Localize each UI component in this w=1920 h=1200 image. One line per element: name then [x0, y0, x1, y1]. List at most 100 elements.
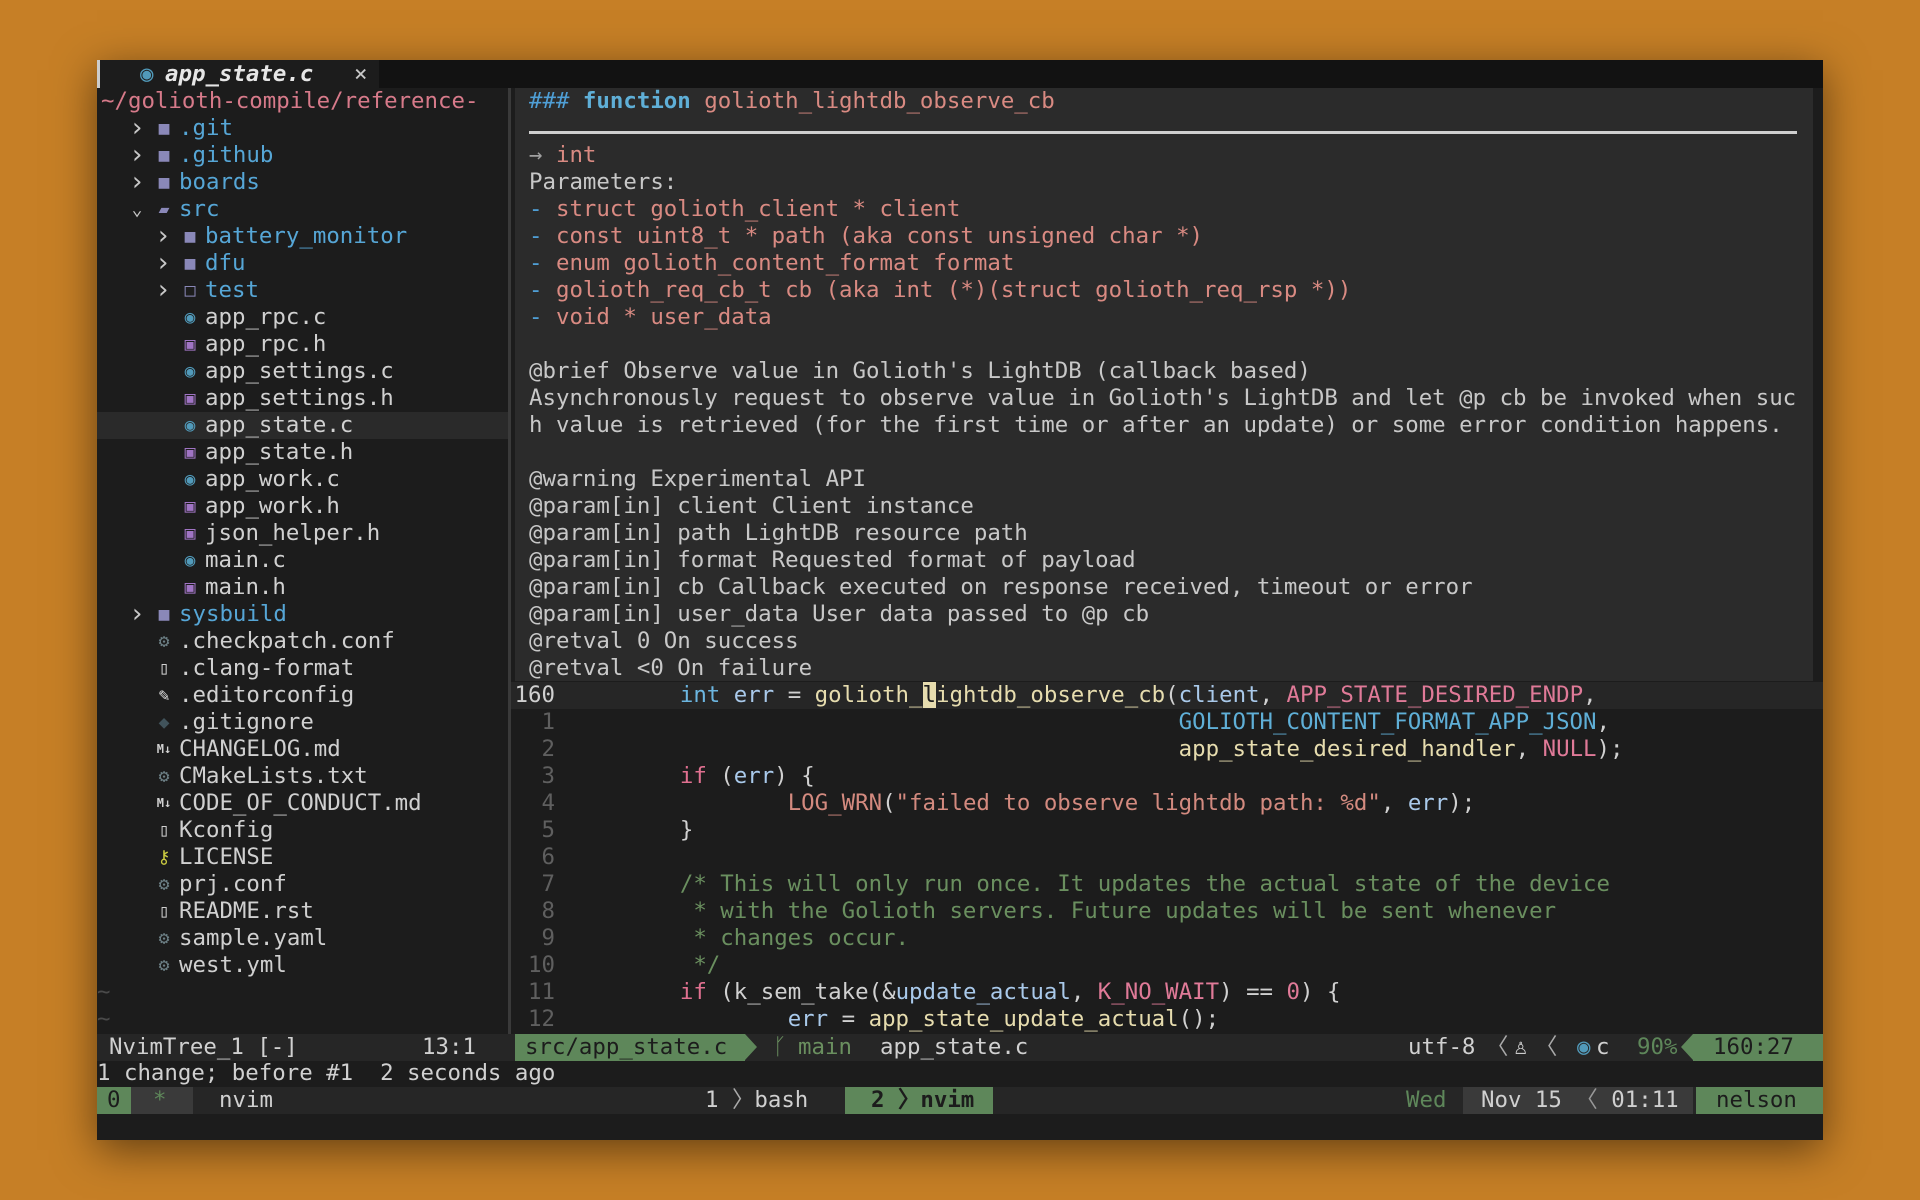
- tree-item-cmakelists-txt[interactable]: ⚙ CMakeLists.txt: [97, 763, 508, 790]
- code-token: client: [1178, 682, 1260, 708]
- gear-icon: ⚙: [158, 631, 170, 652]
- line-number: 6: [541, 844, 555, 870]
- code-line[interactable]: 2 app_state_desired_handler, NULL);: [511, 736, 1823, 763]
- line-number: 9: [541, 925, 555, 951]
- file-icon: ▯: [158, 658, 170, 679]
- code-token: (: [706, 979, 734, 1005]
- chevron-right-icon[interactable]: ›: [127, 142, 147, 169]
- code-token: Asynchronously request to observe value …: [529, 385, 1797, 411]
- code-line[interactable]: 12 err = app_state_update_actual();: [511, 1006, 1823, 1033]
- code-token: -: [529, 304, 556, 330]
- tree-item-app-settings-c[interactable]: ◉ app_settings.c: [97, 358, 508, 385]
- tree-item-sysbuild[interactable]: › ■ sysbuild: [97, 601, 508, 628]
- code-line[interactable]: 9 * changes occur.: [511, 925, 1823, 952]
- doc-line: @retval 0 On success: [529, 628, 799, 655]
- folder-empty-icon: □: [184, 280, 196, 301]
- tree-item-changelog-md[interactable]: M↓ CHANGELOG.md: [97, 736, 508, 763]
- code-token: (: [706, 763, 734, 789]
- tree-item-editorconfig[interactable]: ✎ .editorconfig: [97, 682, 508, 709]
- code-text: int err = golioth_lightdb_observe_cb(cli…: [572, 682, 1597, 709]
- tree-item-boards[interactable]: › ■ boards: [97, 169, 508, 196]
- code-token: if: [679, 763, 707, 789]
- tree-item-github[interactable]: › ■ .github: [97, 142, 508, 169]
- chevron-right-icon[interactable]: ›: [127, 601, 147, 628]
- tree-item-checkpatch-conf[interactable]: ⚙ .checkpatch.conf: [97, 628, 508, 655]
- tree-item-label: sample.yaml: [179, 925, 328, 951]
- line-number: 3: [541, 763, 555, 789]
- tree-item-label: app_settings.h: [205, 385, 394, 411]
- license-icon: ⚷: [157, 847, 171, 868]
- code-line[interactable]: 11 if (k_sem_take(&update_actual, K_NO_W…: [511, 979, 1823, 1006]
- code-text: if (k_sem_take(&update_actual, K_NO_WAIT…: [572, 979, 1341, 1006]
- code-token: @warning Experimental API: [529, 466, 867, 492]
- code-line[interactable]: 3 if (err) {: [511, 763, 1823, 790]
- tab-app-state[interactable]: ◉ app_state.c ×: [97, 60, 379, 88]
- tmux-window-1[interactable]: 1 〉bash: [705, 1087, 808, 1114]
- c-file-icon: ◉: [184, 415, 196, 436]
- window-index: 1: [705, 1087, 719, 1113]
- tree-item-code-of-conduct-md[interactable]: M↓ CODE_OF_CONDUCT.md: [97, 790, 508, 817]
- code-line[interactable]: 5 }: [511, 817, 1823, 844]
- tree-item-app-state-c[interactable]: ◉ app_state.c: [97, 412, 508, 439]
- tree-item-prj-conf[interactable]: ⚙ prj.conf: [97, 871, 508, 898]
- tree-item-label: sysbuild: [179, 601, 287, 627]
- code-line[interactable]: 1 GOLIOTH_CONTENT_FORMAT_APP_JSON,: [511, 709, 1823, 736]
- tree-item-clang-format[interactable]: ▯ .clang-format: [97, 655, 508, 682]
- tab-close-icon[interactable]: ×: [354, 60, 367, 88]
- tree-item-gitignore[interactable]: ◆ .gitignore: [97, 709, 508, 736]
- chevron-down-icon[interactable]: ⌄: [127, 196, 147, 223]
- doc-line: - enum golioth_content_format format: [529, 250, 1014, 277]
- code-token: ,: [1596, 709, 1610, 735]
- code-token: ) {: [774, 763, 815, 789]
- tree-item-app-work-h[interactable]: ▣ app_work.h: [97, 493, 508, 520]
- code-token: h value is retrieved (for the first time…: [529, 412, 1783, 438]
- tree-item-label: .git: [179, 115, 233, 141]
- tree-item-license[interactable]: ⚷ LICENSE: [97, 844, 508, 871]
- tree-item-test[interactable]: › □ test: [97, 277, 508, 304]
- tree-item-kconfig[interactable]: ▯ Kconfig: [97, 817, 508, 844]
- tmux-date: Nov 15: [1481, 1087, 1562, 1113]
- tree-item-west-yml[interactable]: ⚙ west.yml: [97, 952, 508, 979]
- tree-item-json-helper-h[interactable]: ▣ json_helper.h: [97, 520, 508, 547]
- code-token: LOG_WRN: [787, 790, 883, 816]
- h-file-icon: ▣: [184, 388, 196, 409]
- tree-item-sample-yaml[interactable]: ⚙ sample.yaml: [97, 925, 508, 952]
- code-text: * with the Golioth servers. Future updat…: [572, 898, 1556, 925]
- tmux-window-2-active[interactable]: 2 〉nvim: [845, 1087, 993, 1114]
- chevron-right-icon[interactable]: ›: [127, 169, 147, 196]
- tree-item-app-settings-h[interactable]: ▣ app_settings.h: [97, 385, 508, 412]
- file-path-segment: src/app_state.c: [515, 1034, 745, 1061]
- code-line[interactable]: 6: [511, 844, 1823, 871]
- line-number: 7: [541, 871, 555, 897]
- tree-item-app-rpc-c[interactable]: ◉ app_rpc.c: [97, 304, 508, 331]
- tree-item-app-work-c[interactable]: ◉ app_work.c: [97, 466, 508, 493]
- line-number: 160: [514, 682, 555, 708]
- code-token: (&: [868, 979, 896, 1005]
- code-token: NULL: [1542, 736, 1597, 762]
- chevron-right-icon[interactable]: ›: [153, 223, 173, 250]
- code-token: GOLIOTH_CONTENT_FORMAT_APP_JSON: [1178, 709, 1597, 735]
- line-number: 1: [541, 709, 555, 735]
- code-token: ();: [1178, 1006, 1220, 1032]
- tree-item-main-h[interactable]: ▣ main.h: [97, 574, 508, 601]
- tree-item-main-c[interactable]: ◉ main.c: [97, 547, 508, 574]
- tree-item-git[interactable]: › ■ .git: [97, 115, 508, 142]
- tree-item-src[interactable]: ⌄ ▰ src: [97, 196, 508, 223]
- tree-item-app-state-h[interactable]: ▣ app_state.h: [97, 439, 508, 466]
- chevron-right-icon[interactable]: ›: [153, 250, 173, 277]
- chevron-right-icon[interactable]: ›: [153, 277, 173, 304]
- tree-item-dfu[interactable]: › ■ dfu: [97, 250, 508, 277]
- segment-arrow: [745, 1034, 757, 1060]
- code-line[interactable]: 8 * with the Golioth servers. Future upd…: [511, 898, 1823, 925]
- message-line: 1 change; before #1 2 seconds ago: [97, 1060, 556, 1086]
- doc-line: @param[in] client Client instance: [529, 493, 974, 520]
- code-line[interactable]: 10 */: [511, 952, 1823, 979]
- code-line[interactable]: 7 /* This will only run once. It updates…: [511, 871, 1823, 898]
- code-line[interactable]: 160 int err = golioth_lightdb_observe_cb…: [511, 682, 1823, 709]
- tree-item-battery-monitor[interactable]: › ■ battery_monitor: [97, 223, 508, 250]
- chevron-right-icon[interactable]: ›: [127, 115, 147, 142]
- tree-item-readme-rst[interactable]: ▯ README.rst: [97, 898, 508, 925]
- doc-line: h value is retrieved (for the first time…: [529, 412, 1783, 439]
- tree-item-app-rpc-h[interactable]: ▣ app_rpc.h: [97, 331, 508, 358]
- code-line[interactable]: 4 LOG_WRN("failed to observe lightdb pat…: [511, 790, 1823, 817]
